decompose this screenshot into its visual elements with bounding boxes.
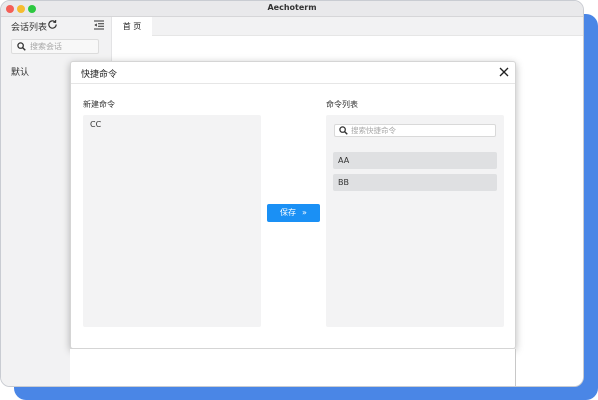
sidebar-group-default[interactable]: 默认 xyxy=(11,65,29,78)
command-item[interactable]: AA xyxy=(333,152,497,169)
refresh-icon[interactable] xyxy=(47,19,58,30)
quick-command-dialog: 快捷命令 新建命令 CC 保存 » 命令列表 搜索快捷命令 AA BB xyxy=(70,61,516,349)
command-search-placeholder: 搜索快捷命令 xyxy=(351,126,396,135)
search-icon xyxy=(17,42,26,51)
tab-bar: 首 页 xyxy=(112,17,583,36)
session-search-placeholder: 搜索会话 xyxy=(30,42,62,51)
command-list-panel: 搜索快捷命令 AA BB xyxy=(326,115,504,327)
dialog-header: 快捷命令 xyxy=(71,62,515,84)
dialog-title: 快捷命令 xyxy=(81,70,118,80)
title-bar: Aechoterm xyxy=(1,1,583,17)
new-command-textarea[interactable]: CC xyxy=(83,115,261,327)
command-list-label: 命令列表 xyxy=(326,100,358,109)
close-icon[interactable] xyxy=(499,67,509,77)
divider xyxy=(515,349,516,386)
session-search-input[interactable]: 搜索会话 xyxy=(11,39,99,54)
command-search-input[interactable]: 搜索快捷命令 xyxy=(334,124,496,137)
dialog-footer-area xyxy=(70,349,516,386)
new-command-label: 新建命令 xyxy=(83,100,115,109)
double-chevron-right-icon: » xyxy=(302,208,307,217)
collapse-sidebar-icon[interactable] xyxy=(94,20,104,30)
search-icon xyxy=(339,126,348,135)
app-title: Aechoterm xyxy=(267,3,317,12)
save-button-label: 保存 xyxy=(280,208,297,217)
tab-home[interactable]: 首 页 xyxy=(112,17,152,36)
app-window: Aechoterm 会话列表 搜索会话 默认 首 页 快捷命令 新建命令 CC … xyxy=(0,0,584,387)
save-button[interactable]: 保存 » xyxy=(267,204,320,222)
sidebar-title: 会话列表 xyxy=(11,23,48,33)
command-item[interactable]: BB xyxy=(333,174,497,191)
new-command-value: CC xyxy=(90,120,102,129)
